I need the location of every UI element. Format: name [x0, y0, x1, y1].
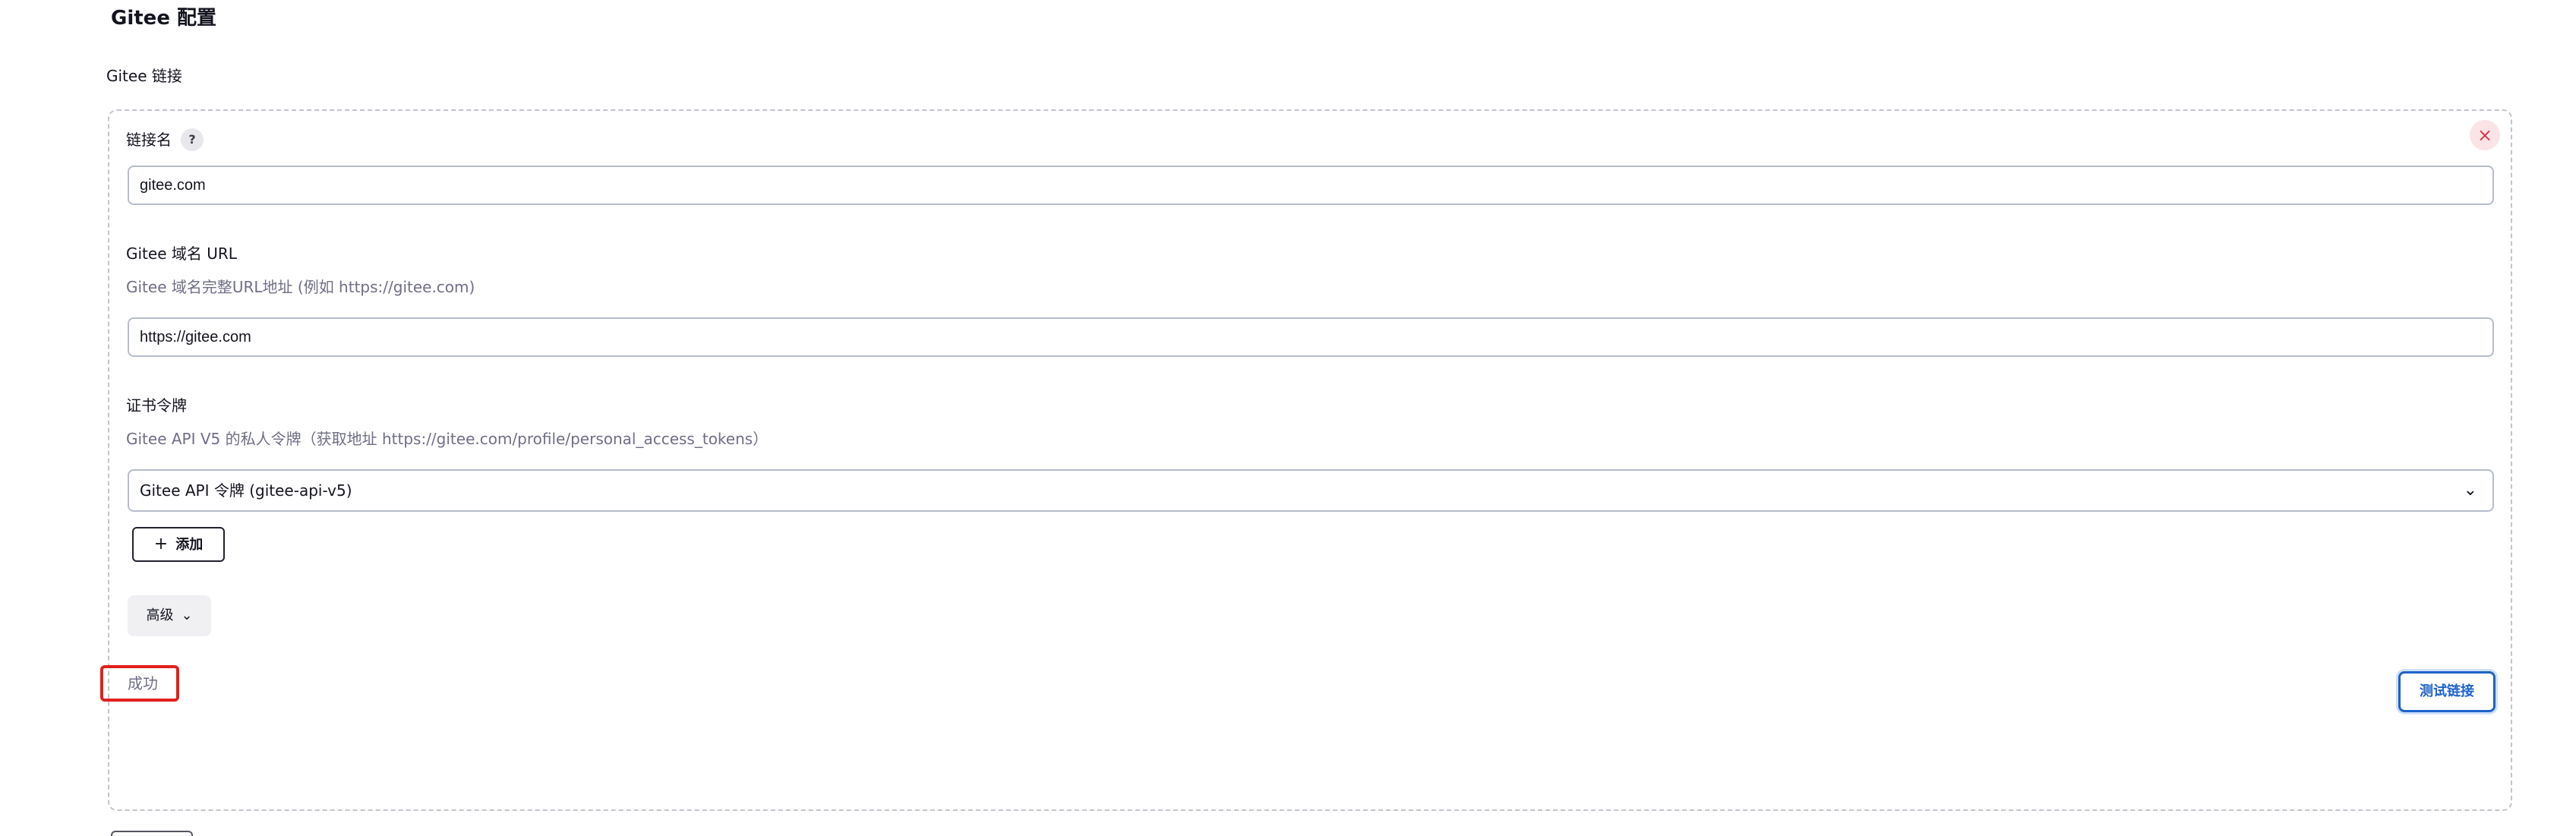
connection-name-input[interactable] — [128, 166, 2494, 205]
chevron-down-icon: ⌄ — [2463, 481, 2477, 500]
chevron-down-icon: ⌄ — [181, 607, 193, 623]
close-icon: × — [2477, 125, 2493, 146]
plus-icon: + — [153, 535, 169, 554]
gitee-url-input[interactable] — [128, 317, 2494, 357]
gitee-url-label: Gitee 域名 URL — [126, 244, 237, 263]
credential-label: 证书令牌 — [126, 396, 187, 415]
question-icon[interactable]: ? — [181, 128, 204, 151]
credential-selected-value: Gitee API 令牌 (gitee-api-v5) — [140, 481, 352, 500]
status-highlight-box — [100, 665, 179, 702]
section-title: Gitee 配置 — [111, 7, 217, 30]
test-connection-button[interactable]: 测试链接 — [2398, 671, 2496, 712]
add-credential-label: 添加 — [175, 537, 204, 553]
delete-connection-button[interactable]: × — [2470, 120, 2500, 150]
connection-name-label-text: 链接名 — [126, 131, 172, 149]
group-label: Gitee 链接 — [106, 67, 182, 85]
connection-name-label: 链接名 ? — [126, 128, 204, 152]
advanced-label: 高级 — [146, 607, 174, 623]
add-credential-button[interactable]: + 添加 — [132, 527, 225, 562]
gitee-url-description: Gitee 域名完整URL地址 (例如 https://gitee.com) — [126, 278, 475, 296]
credential-description: Gitee API V5 的私人令牌（获取地址 https://gitee.co… — [126, 430, 769, 448]
credential-select[interactable]: Gitee API 令牌 (gitee-api-v5) ⌄ — [128, 469, 2494, 512]
add-connection-button[interactable] — [111, 831, 193, 836]
connection-card — [108, 109, 2512, 811]
advanced-button[interactable]: 高级 ⌄ — [128, 595, 211, 636]
gitee-config-page: Gitee 配置 Gitee 链接 × 链接名 ? Gitee 域名 URL G… — [0, 0, 2576, 836]
